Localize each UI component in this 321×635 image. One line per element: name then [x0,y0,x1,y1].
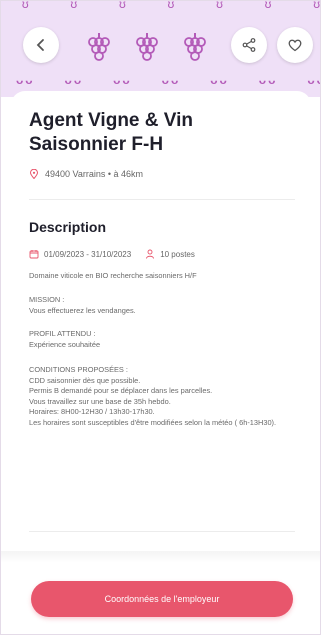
location-pin-icon [29,169,39,179]
job-detail-card: Agent Vigne & Vin Saisonnier F-H 49400 V… [11,91,311,551]
job-dates: 01/09/2023 - 31/10/2023 [44,249,132,259]
calendar-icon [29,250,39,259]
grape-icon [88,33,110,61]
conditions-line: Permis B demandé pour se déplacer dans l… [29,386,213,395]
employer-contact-button[interactable]: Coordonnées de l'employeur [31,581,293,617]
job-meta-row: 01/09/2023 - 31/10/2023 10 postes [29,249,195,259]
conditions-line: CDD saisonnier dès que possible. [29,375,141,385]
heart-icon [288,39,302,52]
share-icon [242,38,256,52]
divider [29,531,295,532]
person-icon [146,249,155,259]
job-positions: 10 postes [160,249,195,259]
arrow-left-icon [36,39,44,51]
profile-title: PROFIL ATTENDU : [29,329,96,338]
grape-icon [184,33,206,61]
job-title: Agent Vigne & Vin Saisonnier F-H [29,110,193,155]
conditions-block: CONDITIONS PROPOSÉES : CDD saisonnier dè… [29,365,301,428]
header-banner: ʊʊʊʊʊʊʊ ᴗᴗ ᴗᴗ ᴗᴗ ᴗᴗ ᴗᴗ ᴗᴗ ᴗ [1,1,321,97]
profile-block: PROFIL ATTENDU : Expérience souhaitée [29,329,301,350]
app-screen: ʊʊʊʊʊʊʊ ᴗᴗ ᴗᴗ ᴗᴗ ᴗᴗ ᴗᴗ ᴗᴗ ᴗ Agent Vigne … [0,0,321,635]
job-location-text: 49400 Varrains • à 46km [45,169,144,179]
grape-icon [136,33,158,61]
favorite-button[interactable] [277,27,313,63]
mission-block: MISSION : Vous effectuerez les vendanges… [29,295,301,316]
divider [29,199,295,200]
conditions-line: Les horaires sont susceptibles d'être mo… [29,417,277,427]
description-heading: Description [29,219,107,235]
grape-pattern-top: ʊʊʊʊʊʊʊ [21,1,321,11]
description-intro: Domaine viticole en BIO recherche saison… [29,271,197,280]
grape-pattern-bottom: ᴗᴗᴗᴗᴗᴗᴗᴗᴗᴗᴗᴗᴗᴗ [15,73,320,87]
job-location: 49400 Varrains • à 46km [29,169,143,179]
back-button[interactable] [23,27,59,63]
conditions-line: Horaires: 8H00-12H30 / 13h30-17h30. [29,407,155,416]
share-button[interactable] [231,27,267,63]
conditions-title: CONDITIONS PROPOSÉES : [29,365,128,374]
footer-separator [1,551,320,563]
mission-title: MISSION : [29,295,65,304]
profile-text: Expérience souhaitée [29,339,101,349]
conditions-line: Vous travaillez sur une base de 35h hebd… [29,396,171,406]
mission-text: Vous effectuerez les vendanges. [29,305,136,315]
